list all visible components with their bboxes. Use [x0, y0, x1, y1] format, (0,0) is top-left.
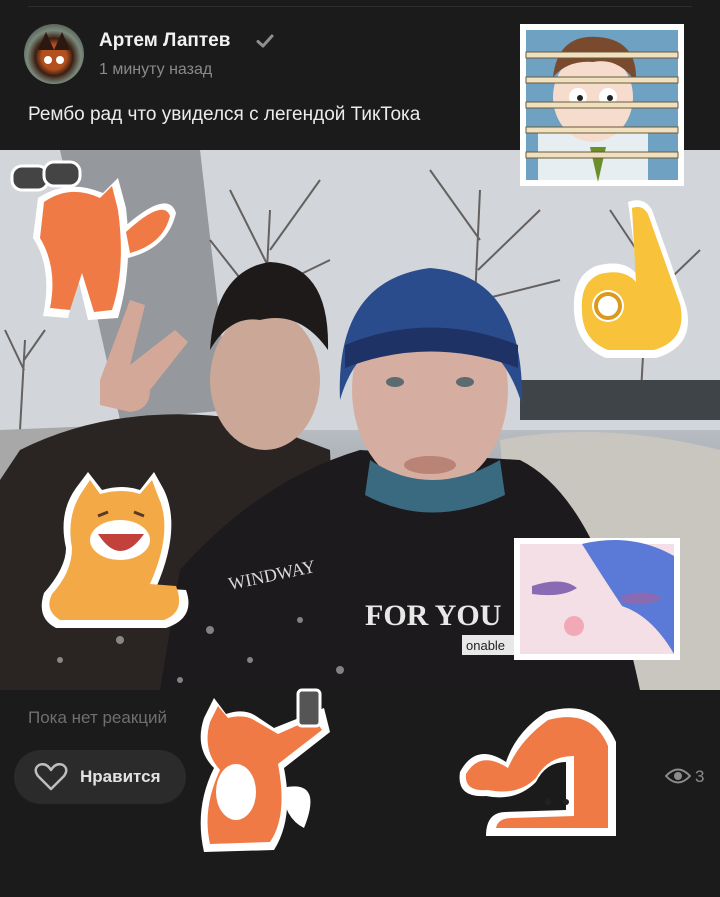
like-button[interactable]: Нравится [14, 750, 186, 804]
stretching-cat-sticker [459, 708, 616, 836]
post-text: Рембо рад что увиделся с легендой ТикТок… [28, 104, 421, 125]
views-count: 3 [695, 767, 705, 786]
reactions-status: Пока нет реакций [28, 708, 167, 727]
verified-checkmark-icon [256, 34, 274, 48]
fox-binoculars-sticker [10, 160, 176, 320]
jacket-patch-text: onable [466, 638, 505, 653]
jacket-text: FOR YOU [365, 599, 501, 632]
avatar[interactable] [24, 24, 84, 84]
anime-girl-sticker [514, 538, 680, 660]
post-header: Артем Лаптев 1 минуту назад [24, 24, 504, 88]
divider [28, 6, 692, 7]
laughing-cat-sticker [41, 472, 189, 628]
eye-icon [665, 768, 691, 784]
cartoon-man-blinds-sticker [520, 24, 684, 186]
post-time[interactable]: 1 минуту назад [99, 61, 212, 79]
heart-outline-icon [34, 763, 68, 791]
fox-phone-selfie-sticker [200, 688, 330, 852]
ok-hand-sticker [573, 200, 688, 358]
author-name[interactable]: Артем Лаптев [99, 30, 230, 52]
like-label: Нравится [80, 767, 161, 786]
